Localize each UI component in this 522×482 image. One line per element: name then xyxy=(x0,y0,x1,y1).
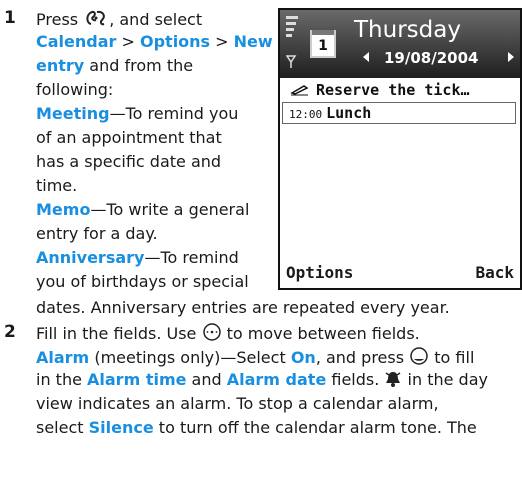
anniversary-line2: you of birthdays or special xyxy=(36,272,249,291)
signal-icon xyxy=(286,16,298,68)
options-softkey[interactable]: Options xyxy=(286,258,353,288)
calendar-day-header: 1 Thursday 19/08/2004 xyxy=(280,10,520,78)
step1-line2: Calendar > Options > New xyxy=(36,32,273,51)
step-1-number: 1 xyxy=(4,8,16,28)
softkey-bar: Options Back xyxy=(280,258,520,288)
meeting-line1: Meeting—To remind you xyxy=(36,104,239,123)
day-name: Thursday xyxy=(354,17,461,43)
calendar-entry-memo[interactable]: Reserve the tick… xyxy=(282,80,516,102)
memo-line1: Memo—To write a general xyxy=(36,200,250,219)
menu-key-icon xyxy=(86,10,105,26)
anniversary-line3: dates. Anniversary entries are repeated … xyxy=(36,298,450,317)
meeting-line4: time. xyxy=(36,176,78,195)
step2-line3: in the Alarm time and Alarm date fields.… xyxy=(36,370,488,389)
step2-line2: Alarm (meetings only)—Select On, and pre… xyxy=(36,347,475,367)
prev-day-arrow-icon[interactable] xyxy=(362,51,370,63)
navi-scroll-icon xyxy=(202,323,221,341)
date-label: 19/08/2004 xyxy=(384,49,479,67)
anniversary-line1: Anniversary—To remind xyxy=(36,248,239,267)
navi-select-icon xyxy=(410,347,428,365)
step-2-number: 2 xyxy=(4,322,16,342)
calendar-entry-meeting[interactable]: 12:00 Lunch xyxy=(282,102,516,124)
calendar-icon: 1 xyxy=(310,30,336,58)
memo-pen-icon xyxy=(290,85,309,96)
phone-calendar-screenshot: 1 Thursday 19/08/2004 Reserve the tick… … xyxy=(278,8,522,290)
alarm-bell-icon xyxy=(386,372,401,387)
step1-line1: Press , and select xyxy=(36,10,203,29)
next-day-arrow-icon[interactable] xyxy=(507,51,515,63)
step2-line1: Fill in the fields. Use to move between … xyxy=(36,323,420,343)
back-softkey[interactable]: Back xyxy=(475,258,514,288)
step2-line4: view indicates an alarm. To stop a calen… xyxy=(36,394,439,413)
memo-line2: entry for a day. xyxy=(36,224,158,243)
meeting-line3: has a specific date and xyxy=(36,152,222,171)
step1-line4: following: xyxy=(36,80,114,99)
meeting-line2: of an appointment that xyxy=(36,128,222,147)
step1-line3: entry and from the xyxy=(36,56,194,75)
step2-line5: select Silence to turn off the calendar … xyxy=(36,418,477,437)
